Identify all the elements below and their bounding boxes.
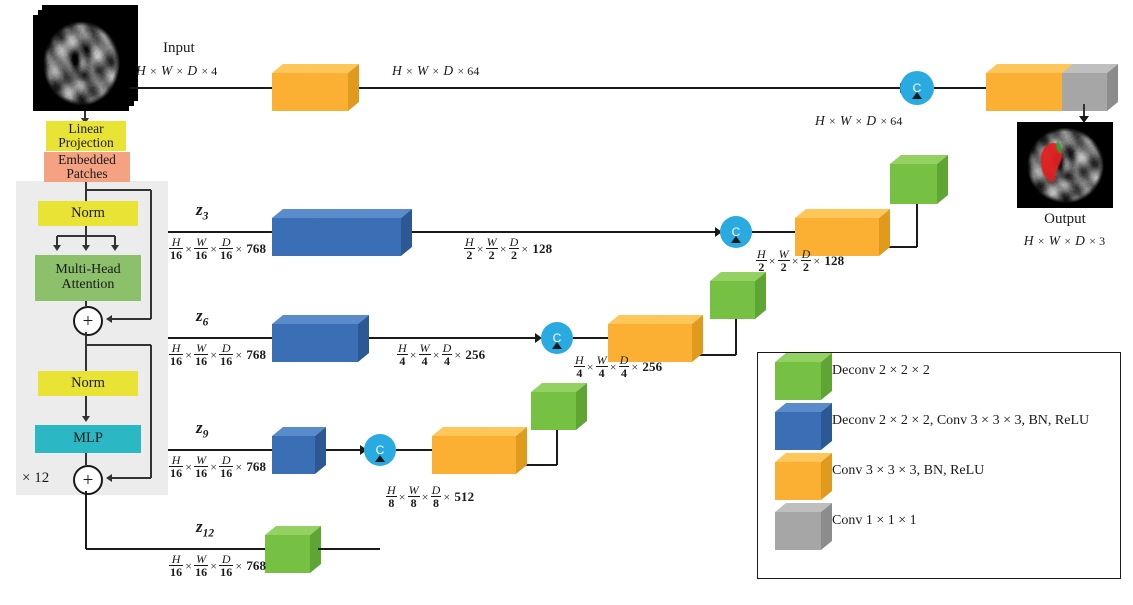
z3-output-dims: H 2 × W 2 × D 2 × 128 [464,235,553,263]
z6-up-arrow [552,342,562,349]
z6-output-dims: H 4 × W 4 × D 4 × 256 [397,341,486,369]
input-dims: H × W × D × 4 [136,63,218,78]
deconv-top-input-line [916,204,918,247]
deconv-cube-z6 [531,383,587,430]
z6-deconv-input-line [556,430,558,465]
top-conv-cube-2 [310,64,359,111]
norm-box-1: Norm [38,201,138,226]
deconv-cube-z3 [710,272,766,319]
z9-line-left [168,449,272,451]
legend-label-blue: Deconv 2 × 2 × 2, Conv 3 × 3 × 3, BN, Re… [832,413,1090,428]
input-label: Input [163,40,195,56]
res2-arrow [106,474,112,482]
res2-top [86,344,151,346]
input-to-conv-line [130,87,272,89]
top-path-dims: H × W × D × 64 [392,63,480,78]
top-skip-dims: H × W × D × 64 [815,113,903,128]
output-label: Output [1044,211,1086,227]
z3-up-arrow [731,236,741,243]
legend-swatch-blue [775,403,832,450]
legend-label-green: Deconv 2 × 2 × 2 [832,363,930,378]
repeat-count-label: × 12 [22,470,50,486]
output-dims: H × W × D × 3 [1023,233,1106,248]
z6-label: z6 [196,306,209,329]
res2-into-add [112,477,151,479]
z3-dec-conv-2 [837,209,890,256]
linear-projection-box: Linear Projection [46,121,126,151]
z3-cube-3 [358,209,412,256]
z6-input-dims: H 16 × W 16 × D 16 × 768 [169,341,267,369]
mlp-to-add2-line [85,453,87,465]
concat-node-top[interactable]: C [900,71,934,105]
legend-label-orange: Conv 3 × 3 × 3, BN, ReLU [832,463,985,478]
norm2-to-mlp-line [85,396,87,418]
z12-deconv-cube [265,526,321,573]
embedded-patches-box: Embedded Patches [44,152,130,182]
z3-line-left [168,231,272,233]
res2-right [150,345,152,478]
z12-input-dims: H 16 × W 16 × D 16 × 768 [169,552,267,580]
decoder-8-dims: H 8 × W 8 × D 8 × 512 [386,483,475,511]
attn-arrow-v [111,245,119,251]
z6-cube-2 [315,315,369,362]
legend-swatch-green [775,353,832,400]
decoder-4-dims: H 4 × W 4 × D 4 × 256 [574,353,663,381]
z9-concat-to-conv-line [396,449,432,451]
top-conv-to-concat-line [359,87,905,89]
input-brain-slice-front [33,15,129,111]
z6-line-right [369,337,540,339]
legend-swatch-gray [775,503,832,550]
z9-dec-conv-2 [474,427,527,474]
res1-arrow [106,315,112,323]
concat-node-z3[interactable]: C [720,216,752,248]
res1-right [150,190,152,319]
z6-line-left [168,337,272,339]
deconv-cube-top [890,155,948,204]
res1-top [86,189,151,191]
z12-row-line [86,548,272,550]
attn-arrow-q [53,245,61,251]
res2-tap [85,332,87,345]
z6-concat-to-conv-line [573,337,608,339]
norm-box-2: Norm [38,371,138,396]
residual-add-1: + [73,306,103,336]
multi-head-attention-box: Multi-Head Attention [35,255,141,301]
z12-label: z12 [196,517,215,540]
transformer-output-line [85,491,87,549]
top-concat-up-arrow [912,92,922,99]
z3-deconv-input-line [735,319,737,355]
res1-into-add [112,318,151,320]
output-brain-image [1017,122,1113,208]
norm2-arrow [82,416,90,422]
concat-node-z6[interactable]: C [541,322,573,354]
z9-up-arrow [375,455,385,462]
z3-input-dims: H 16 × W 16 × D 16 × 768 [169,235,267,263]
concat-to-final-conv-line [934,87,986,89]
legend-swatch-orange [775,453,832,500]
unetr-architecture-diagram: Linear Projection Embedded Patches Norm Multi… [0,0,1133,605]
z9-cube-1 [272,427,326,474]
output-conv-cube [1062,64,1118,111]
z3-label: z3 [196,200,209,223]
attention-to-add1-line [85,301,87,306]
z12-to-up-line [318,548,380,550]
z3-concat-to-conv-line [752,231,795,233]
attn-arrow-k [82,245,90,251]
z3-line-right [412,231,720,233]
z9-input-dims: H 16 × W 16 × D 16 × 768 [169,453,267,481]
residual-add-2: + [73,465,103,495]
mlp-box: MLP [35,425,141,453]
z9-label: z9 [196,418,209,441]
legend-label-gray: Conv 1 × 1 × 1 [832,513,917,528]
decoder-2-dims: H 2 × W 2 × D 2 × 128 [756,247,845,275]
